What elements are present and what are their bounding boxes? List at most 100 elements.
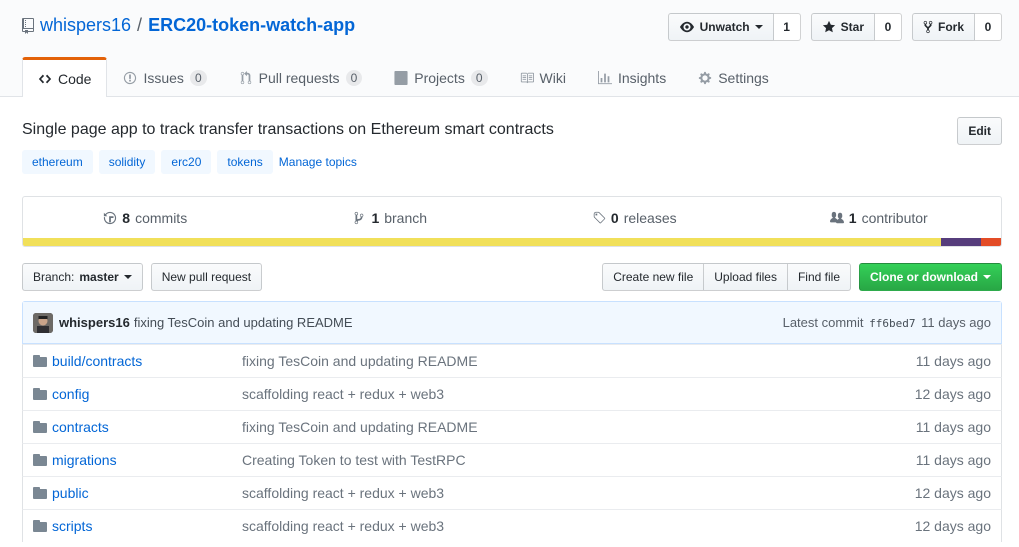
stargazers-count[interactable]: 0 bbox=[874, 13, 902, 41]
tab-projects[interactable]: Projects 0 bbox=[378, 57, 503, 97]
file-name-link[interactable]: scripts bbox=[52, 518, 92, 534]
upload-files-button[interactable]: Upload files bbox=[703, 263, 788, 291]
commits-link[interactable]: 8 commits bbox=[23, 210, 268, 226]
star-button[interactable]: Star bbox=[810, 13, 875, 41]
star-group: Star 0 bbox=[810, 13, 902, 41]
folder-icon bbox=[33, 421, 47, 433]
language-bar[interactable] bbox=[23, 238, 1001, 246]
file-name-link[interactable]: migrations bbox=[52, 452, 117, 468]
file-age: 12 days ago bbox=[914, 386, 991, 402]
file-commit-message[interactable]: fixing TesCoin and updating README bbox=[242, 353, 478, 369]
find-file-button[interactable]: Find file bbox=[786, 263, 851, 291]
file-name-text: contracts bbox=[52, 419, 109, 435]
tab-code[interactable]: Code bbox=[22, 57, 108, 97]
file-name-link[interactable]: contracts bbox=[52, 419, 109, 435]
fork-group: Fork 0 bbox=[911, 13, 1002, 41]
repo-name-link[interactable]: ERC20-token-watch-app bbox=[148, 15, 355, 36]
book-icon bbox=[520, 72, 534, 83]
fork-label: Fork bbox=[937, 20, 964, 34]
file-age: 11 days ago bbox=[915, 452, 991, 468]
topic-tag[interactable]: tokens bbox=[217, 150, 273, 174]
tab-wiki[interactable]: Wiki bbox=[504, 57, 582, 97]
clone-download-label: Clone or download bbox=[870, 270, 978, 284]
chevron-down-icon bbox=[983, 275, 991, 279]
branch-name: master bbox=[79, 270, 119, 284]
topic-tag[interactable]: erc20 bbox=[161, 150, 212, 174]
file-name-link[interactable]: build/contracts bbox=[52, 353, 142, 369]
repo-header: whispers16 / ERC20-token-watch-app Unwat… bbox=[0, 0, 1019, 97]
file-row: config scaffolding react + redux + web3 … bbox=[22, 377, 1002, 410]
latest-commit-info: Latest commit ff6bed7 11 days ago bbox=[783, 315, 991, 330]
tab-issues[interactable]: Issues 0 bbox=[107, 57, 222, 97]
branch-select-button[interactable]: Branch: master bbox=[22, 263, 143, 291]
project-icon bbox=[394, 70, 408, 85]
file-name-link[interactable]: public bbox=[52, 485, 89, 501]
tab-label: Projects bbox=[414, 69, 465, 86]
repo-icon bbox=[22, 17, 34, 34]
commit-age: 11 days ago bbox=[921, 315, 991, 330]
folder-icon bbox=[33, 520, 47, 532]
fork-button[interactable]: Fork bbox=[911, 13, 975, 41]
star-label: Star bbox=[840, 20, 864, 34]
clone-download-button[interactable]: Clone or download bbox=[859, 263, 1002, 291]
file-row: public scaffolding react + redux + web3 … bbox=[22, 476, 1002, 509]
file-age: 12 days ago bbox=[914, 485, 991, 501]
numbers-summary: 8 commits 1 branch 0 releases 1 contribu… bbox=[22, 196, 1002, 247]
tab-settings[interactable]: Settings bbox=[682, 57, 785, 97]
file-age: 12 days ago bbox=[914, 518, 991, 534]
folder-icon bbox=[33, 388, 47, 400]
topic-tag[interactable]: ethereum bbox=[22, 150, 93, 174]
history-icon bbox=[104, 211, 117, 225]
edit-description-button[interactable]: Edit bbox=[957, 117, 1002, 145]
repo-title: whispers16 / ERC20-token-watch-app bbox=[22, 15, 355, 36]
file-commit-message[interactable]: Creating Token to test with TestRPC bbox=[242, 452, 466, 468]
new-pull-request-button[interactable]: New pull request bbox=[150, 263, 263, 291]
topics-list: ethereum solidity erc20 tokens Manage to… bbox=[22, 150, 357, 174]
path-separator: / bbox=[137, 15, 143, 35]
repo-description: Single page app to track transfer transa… bbox=[22, 121, 554, 138]
issues-count-badge: 0 bbox=[189, 69, 207, 86]
repo-owner-link[interactable]: whispers16 bbox=[40, 15, 131, 36]
create-new-file-button[interactable]: Create new file bbox=[602, 263, 705, 291]
eye-icon bbox=[679, 21, 694, 33]
tab-insights[interactable]: Insights bbox=[582, 57, 682, 97]
gear-icon bbox=[699, 71, 712, 84]
watchers-count[interactable]: 1 bbox=[773, 13, 801, 41]
commits-count: 8 bbox=[122, 210, 131, 226]
issue-icon bbox=[124, 71, 137, 84]
branch-prefix: Branch: bbox=[33, 270, 75, 284]
commit-author-link[interactable]: whispers16 bbox=[59, 315, 130, 330]
file-commit-message[interactable]: scaffolding react + redux + web3 bbox=[242, 386, 444, 402]
file-commit-message[interactable]: fixing TesCoin and updating README bbox=[242, 419, 478, 435]
unwatch-button[interactable]: Unwatch bbox=[667, 13, 774, 41]
file-name-text: config bbox=[52, 386, 90, 402]
file-row: build/contracts fixing TesCoin and updat… bbox=[22, 344, 1002, 377]
commit-sha-link[interactable]: ff6bed7 bbox=[869, 317, 915, 330]
projects-count-badge: 0 bbox=[470, 69, 488, 86]
topic-tag[interactable]: solidity bbox=[98, 150, 156, 174]
file-commit-message[interactable]: scaffolding react + redux + web3 bbox=[242, 518, 444, 534]
branches-link[interactable]: 1 branch bbox=[268, 210, 513, 226]
tab-label: Issues bbox=[143, 69, 184, 86]
watch-group: Unwatch 1 bbox=[667, 13, 801, 41]
code-icon bbox=[38, 74, 52, 83]
file-name-link[interactable]: config bbox=[52, 386, 89, 402]
avatar-image bbox=[33, 312, 53, 333]
file-commit-message[interactable]: scaffolding react + redux + web3 bbox=[242, 485, 444, 501]
tab-pull-requests[interactable]: Pull requests 0 bbox=[223, 57, 379, 97]
manage-topics-link[interactable]: Manage topics bbox=[279, 155, 357, 169]
repo-description-row: Single page app to track transfer transa… bbox=[22, 117, 1002, 145]
avatar[interactable] bbox=[33, 312, 53, 333]
folder-icon bbox=[33, 454, 47, 466]
pull-request-icon bbox=[240, 70, 251, 84]
contributors-label: contributor bbox=[861, 210, 928, 226]
tag-icon bbox=[593, 211, 606, 224]
contributors-link[interactable]: 1 contributor bbox=[757, 210, 1002, 226]
releases-link[interactable]: 0 releases bbox=[512, 210, 757, 226]
branch-count: 1 bbox=[371, 210, 380, 226]
tab-label: Insights bbox=[617, 69, 667, 86]
forks-count[interactable]: 0 bbox=[975, 13, 1002, 41]
commit-message-link[interactable]: fixing TesCoin and updating README bbox=[134, 315, 353, 330]
latest-commit-label: Latest commit bbox=[782, 315, 864, 330]
file-age: 11 days ago bbox=[915, 419, 991, 435]
